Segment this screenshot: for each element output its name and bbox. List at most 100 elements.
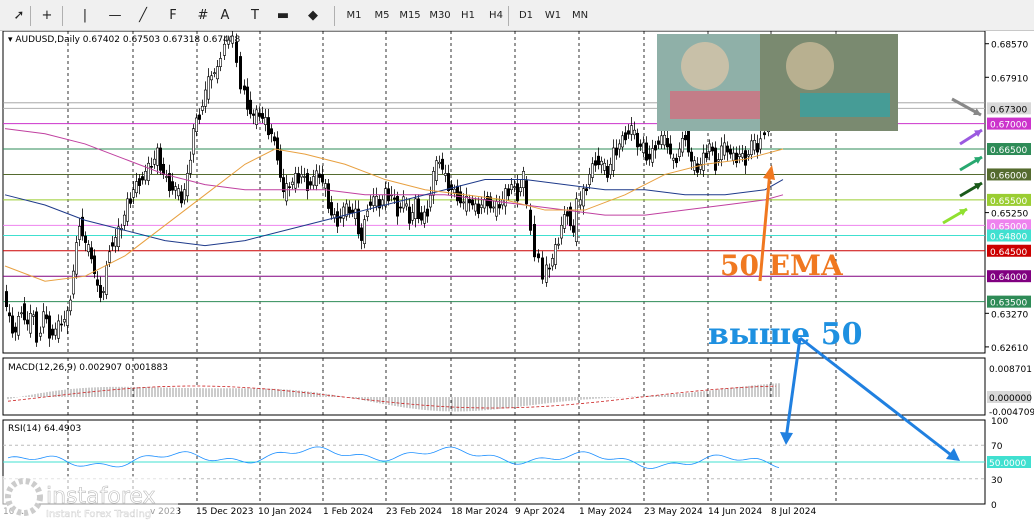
candle-body <box>111 242 115 247</box>
timeframe-h4[interactable]: H4 <box>482 5 510 27</box>
rsi-header: RSI(14) 64.4903 <box>8 424 81 434</box>
candle-body <box>278 150 282 178</box>
candle-body <box>641 142 645 153</box>
candle-body <box>470 199 474 206</box>
candle-body <box>695 163 699 173</box>
candle-body <box>177 188 181 197</box>
candle-body <box>147 162 151 181</box>
candle-body <box>213 72 217 75</box>
candle-body <box>547 267 551 270</box>
candle-body <box>105 265 109 295</box>
candle-body <box>437 161 441 165</box>
candle-body <box>290 181 294 185</box>
candle-body <box>540 257 544 280</box>
timeframe-h1[interactable]: H1 <box>454 5 482 27</box>
candle-body <box>249 99 253 115</box>
candle-body <box>518 187 522 193</box>
toolbar: ➚ + | — ╱ F # A T ▬ ◆ M1 M5 M15 M30 H1 H4 D1 W1 MN <box>0 0 1034 31</box>
timeframe-w1[interactable]: W1 <box>539 5 567 27</box>
candle-body <box>614 147 618 156</box>
candle-body <box>314 170 318 186</box>
candle-body <box>422 211 426 224</box>
candle-body <box>416 198 420 220</box>
chart-area[interactable]: 0.67300 0.67000 0.66500 0.66000 0.65500 0.650… <box>0 29 1034 522</box>
candle-body <box>201 105 205 111</box>
cursor-icon[interactable]: ➚ <box>8 5 30 27</box>
text-label-icon[interactable]: T <box>244 5 266 27</box>
candle-body <box>272 136 276 142</box>
rsi-y-tick: 30 <box>991 476 1003 486</box>
candle-body <box>536 253 540 259</box>
trendline-icon[interactable]: ╱ <box>132 5 154 27</box>
candle-body <box>571 225 575 233</box>
candle-body <box>374 196 378 207</box>
horizontal-line-icon[interactable]: — <box>104 5 126 27</box>
candle-body <box>69 299 73 312</box>
candle-body <box>692 160 696 171</box>
candle-body <box>368 201 372 206</box>
candle-body <box>650 148 654 163</box>
timeframe-m5[interactable]: M5 <box>368 5 396 27</box>
candle-body <box>743 150 747 166</box>
y-tick-label: 0.67910 <box>991 74 1028 84</box>
candle-body <box>41 311 45 328</box>
candle-body <box>235 41 239 63</box>
timeframe-m15[interactable]: M15 <box>396 5 424 27</box>
level-label: 0.67000 <box>990 121 1027 131</box>
candle-body <box>308 181 312 186</box>
x-axis-label: 23 May 2024 <box>644 507 703 517</box>
candle-body <box>223 43 227 56</box>
candle-body <box>323 183 327 189</box>
candle-body <box>719 145 723 160</box>
vertical-line-icon[interactable]: | <box>74 5 96 27</box>
candle-body <box>341 206 345 219</box>
timeframe-m30[interactable]: M30 <box>426 5 454 27</box>
timeframe-m1[interactable]: M1 <box>340 5 368 27</box>
candle-body <box>626 130 630 135</box>
timeframe-d1[interactable]: D1 <box>512 5 540 27</box>
rectangle-label-icon[interactable]: ▬ <box>272 5 294 27</box>
candle-body <box>590 163 594 178</box>
candle-body <box>78 226 82 240</box>
text-icon[interactable]: A <box>214 5 236 27</box>
candle-body <box>494 201 498 217</box>
instaforex-logo-icon <box>5 478 43 516</box>
candle-body <box>66 310 70 326</box>
candle-body <box>156 147 160 166</box>
candle-body <box>44 314 48 320</box>
candle-body <box>5 291 9 308</box>
timeframe-mn[interactable]: MN <box>566 5 594 27</box>
candle-body <box>401 196 405 209</box>
candle-body <box>350 209 354 213</box>
candle-body <box>353 208 357 220</box>
candle-body <box>123 214 127 226</box>
candle-body <box>686 130 690 153</box>
fibonacci-icon[interactable]: F <box>162 5 184 27</box>
crosshair-icon[interactable]: + <box>36 5 58 27</box>
level-label: 0.66500 <box>990 146 1027 156</box>
arrow-shapes-icon[interactable]: ◆ <box>302 5 324 27</box>
candle-body <box>665 138 669 148</box>
candle-body <box>656 140 660 145</box>
candle-body <box>302 176 306 178</box>
candle-body <box>419 212 423 221</box>
candle-body <box>425 208 429 217</box>
candle-body <box>284 183 288 202</box>
candle-body <box>581 188 585 207</box>
candle-body <box>704 152 708 158</box>
candle-body <box>574 198 578 242</box>
ema-annotation-text: 50 EMA <box>720 249 844 282</box>
candle-body <box>269 128 273 135</box>
candle-body <box>528 209 532 231</box>
candle-body <box>544 264 548 283</box>
symbol-header: ▾ AUDUSD,Daily 0.67402 0.67503 0.67318 0… <box>8 35 241 45</box>
candle-body <box>593 160 597 166</box>
equidistant-channel-icon[interactable]: # <box>192 5 214 27</box>
candle-body <box>34 311 38 343</box>
candle-body <box>150 166 154 168</box>
candle-body <box>326 183 330 209</box>
candle-body <box>239 56 243 90</box>
candle-body <box>395 196 399 217</box>
candle-body <box>677 148 681 157</box>
candle-body <box>431 171 435 196</box>
